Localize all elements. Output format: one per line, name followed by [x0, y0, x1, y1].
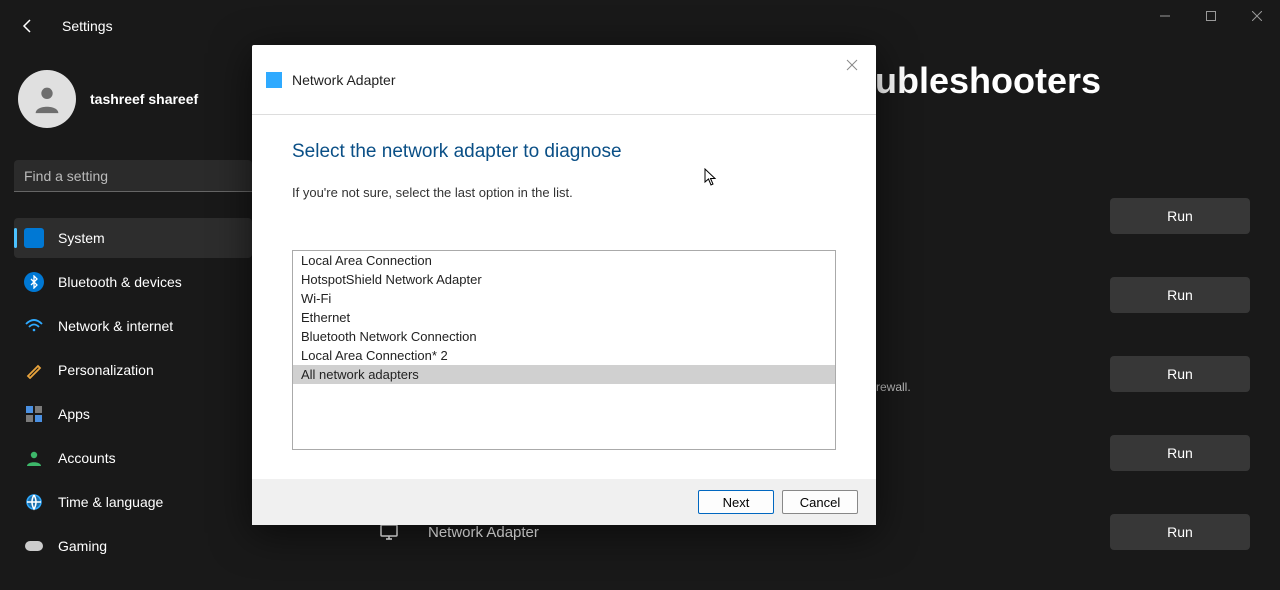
adapter-list[interactable]: Local Area Connection HotspotShield Netw… — [292, 250, 836, 450]
network-adapter-dialog: Network Adapter Select the network adapt… — [252, 45, 876, 525]
next-button[interactable]: Next — [698, 490, 774, 514]
dialog-header-icon — [266, 72, 282, 88]
adapter-option[interactable]: Wi-Fi — [293, 289, 835, 308]
dialog-body: Select the network adapter to diagnose I… — [252, 115, 876, 479]
adapter-option[interactable]: Bluetooth Network Connection — [293, 327, 835, 346]
dialog-footer: Next Cancel — [252, 479, 876, 525]
dialog-close-button[interactable] — [842, 55, 862, 75]
dialog-title: Select the network adapter to diagnose — [292, 141, 836, 163]
dialog-overlay: Network Adapter Select the network adapt… — [0, 0, 1280, 590]
adapter-option[interactable]: Local Area Connection* 2 — [293, 346, 835, 365]
adapter-option[interactable]: HotspotShield Network Adapter — [293, 270, 835, 289]
dialog-header: Network Adapter — [252, 45, 876, 115]
cancel-button[interactable]: Cancel — [782, 490, 858, 514]
adapter-option-selected[interactable]: All network adapters — [293, 365, 835, 384]
adapter-option[interactable]: Ethernet — [293, 308, 835, 327]
dialog-subtitle: If you're not sure, select the last opti… — [292, 185, 836, 200]
dialog-header-title: Network Adapter — [292, 72, 396, 88]
adapter-option[interactable]: Local Area Connection — [293, 251, 835, 270]
